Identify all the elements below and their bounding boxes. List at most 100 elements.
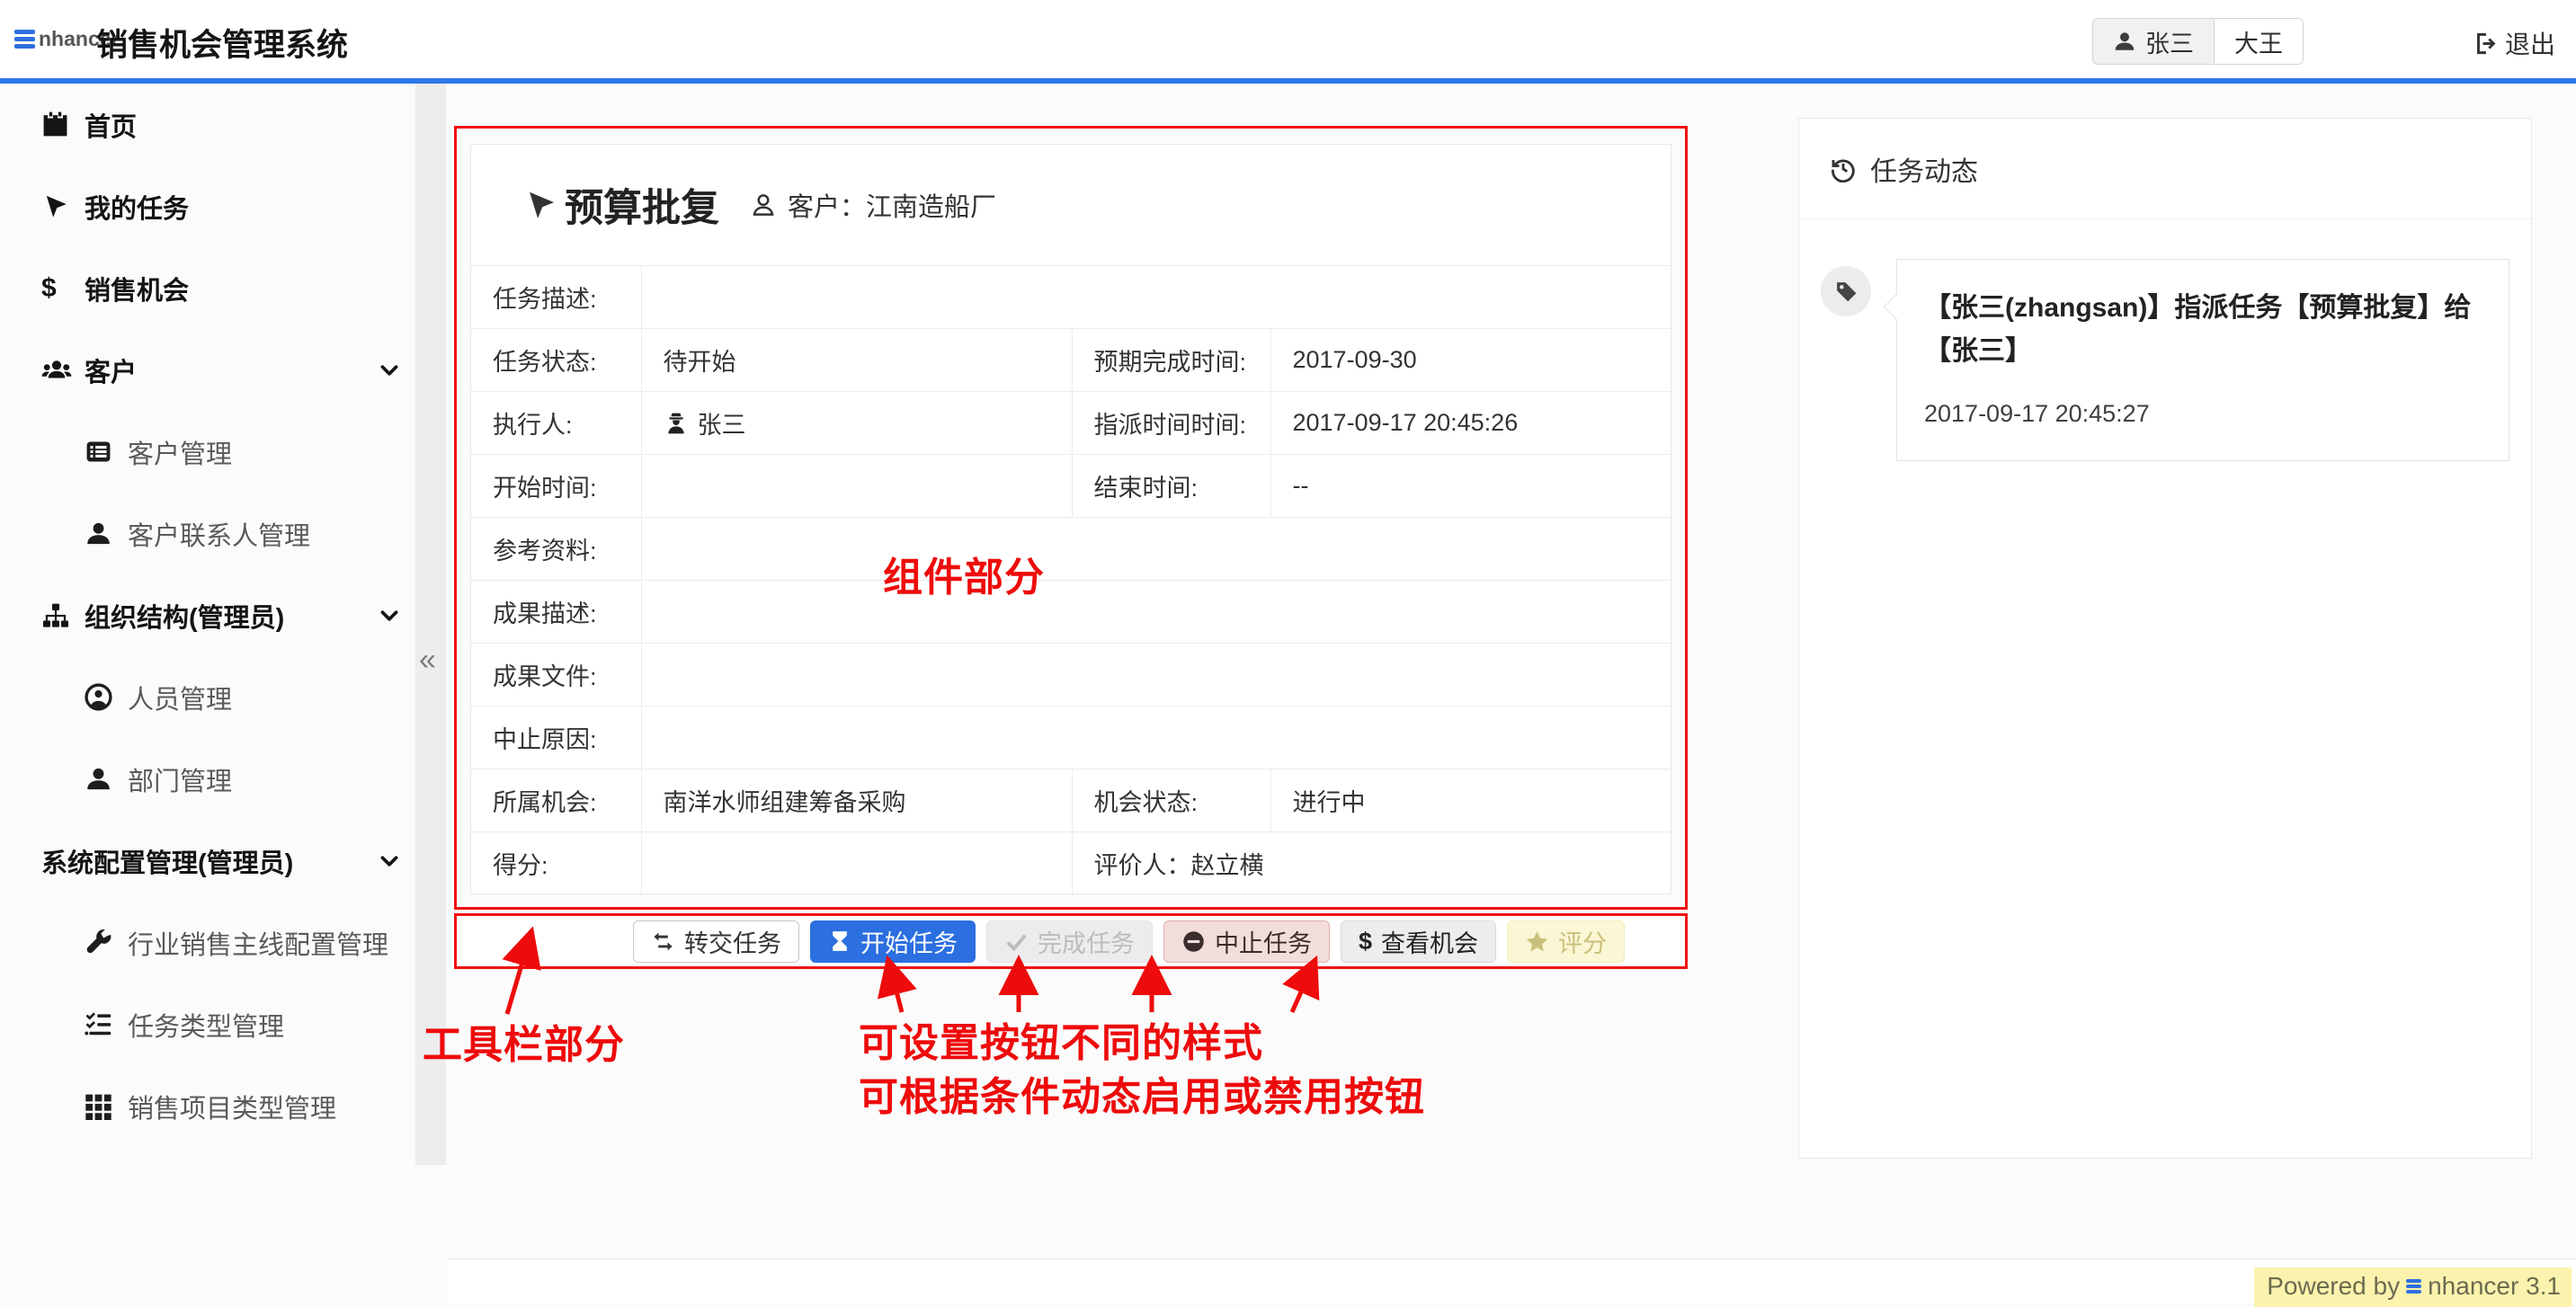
- sidebar-item-task-type-management[interactable]: 任务类型管理: [0, 983, 415, 1065]
- sidebar-item-personnel-management[interactable]: 人员管理: [0, 656, 415, 738]
- field-label: 指派时间时间:: [1072, 392, 1270, 455]
- sidebar-item-label: 行业销售主线配置管理: [128, 924, 388, 962]
- user-circle-icon: [85, 683, 128, 711]
- chevron-down-icon: [378, 604, 401, 635]
- task-customer-text: 客户：江南造船厂: [788, 186, 996, 224]
- field-value: 张三: [641, 392, 1072, 455]
- calendar-icon: [41, 111, 85, 138]
- sidebar-item-department-management[interactable]: 部门管理: [0, 738, 415, 820]
- sidebar-item-sales-opportunities[interactable]: $ 销售机会: [0, 247, 415, 329]
- table-row: 任务描述:: [471, 266, 1671, 329]
- sidebar-item-label: 我的任务: [85, 188, 189, 226]
- field-value: [641, 644, 1671, 707]
- powered-by-badge[interactable]: Powered by nhancer 3.1: [2254, 1267, 2572, 1307]
- task-activity-panel: 任务动态 【张三(zhangsan)】指派任务【预算批复】给【张三】 2017-…: [1798, 118, 2532, 1159]
- sidebar-item-org-structure[interactable]: 组织结构(管理员): [0, 574, 415, 656]
- button-label: 评分: [1558, 924, 1607, 959]
- sidebar-item-label: 首页: [85, 106, 137, 144]
- transfer-task-button[interactable]: 转交任务: [633, 920, 799, 963]
- table-row: 任务状态: 待开始 预期完成时间: 2017-09-30: [471, 329, 1671, 392]
- dollar-icon: $: [1359, 928, 1372, 956]
- field-label: 开始时间:: [471, 455, 641, 518]
- field-value: 南洋水师组建筹备采购: [641, 769, 1072, 832]
- annotation-toolbar-section: 工具栏部分: [423, 1012, 625, 1070]
- field-label: 执行人:: [471, 392, 641, 455]
- task-fields-table: 任务描述: 任务状态: 待开始 预期完成时间: 2017-09-30 执行人: …: [471, 265, 1671, 895]
- history-icon: [1830, 156, 1857, 182]
- check-icon: [1004, 929, 1029, 954]
- user-icon: [85, 765, 128, 793]
- sidebar-item-label: 销售项目类型管理: [128, 1088, 336, 1125]
- field-value: [641, 707, 1671, 769]
- field-label: 成果描述:: [471, 581, 641, 644]
- component-annotation-box: 预算批复 客户：江南造船厂 任务描述: 任务状态: 待开始 预期完成时间: 20…: [454, 126, 1688, 910]
- task-title-text: 预算批复: [565, 177, 719, 233]
- collapse-sidebar-handle[interactable]: «: [419, 643, 436, 678]
- sidebar-item-label: 销售机会: [85, 270, 189, 307]
- sidebar-item-label: 系统配置管理(管理员): [41, 842, 293, 880]
- activity-message: 【张三(zhangsan)】指派任务【预算批复】给【张三】: [1924, 287, 2482, 373]
- sidebar-item-label: 客户管理: [128, 433, 232, 471]
- table-row: 开始时间: 结束时间: --: [471, 455, 1671, 518]
- field-value: 2017-09-17 20:45:26: [1270, 392, 1671, 455]
- annotation-component-section: 组件部分: [883, 545, 1045, 602]
- chevron-down-icon: [378, 359, 401, 389]
- sidebar-item-industry-sales-config[interactable]: 行业销售主线配置管理: [0, 902, 415, 983]
- sidebar-collapse-strip[interactable]: «: [415, 84, 446, 1165]
- task-title: 预算批复: [523, 177, 719, 233]
- start-task-button[interactable]: 开始任务: [810, 920, 976, 963]
- sidebar-item-sales-project-type-management[interactable]: 销售项目类型管理: [0, 1065, 415, 1147]
- location-arrow-icon: [523, 188, 557, 222]
- enhancer-logo-icon: [2406, 1279, 2421, 1294]
- field-value: [641, 266, 1671, 329]
- rate-task-button: 评分: [1507, 920, 1625, 963]
- current-user-button[interactable]: 张三: [2093, 19, 2215, 64]
- secondary-user-button[interactable]: 大王: [2215, 19, 2303, 64]
- tasks-icon: [85, 1010, 128, 1038]
- field-label: 参考资料:: [471, 518, 641, 581]
- field-label: 任务描述:: [471, 266, 641, 329]
- sidebar-item-my-tasks[interactable]: 我的任务: [0, 165, 415, 247]
- star-icon: [1525, 929, 1549, 954]
- sidebar-item-label: 人员管理: [128, 679, 232, 716]
- annotation-button-styles: 可设置按钮不同的样式: [859, 1010, 1263, 1068]
- grid-icon: [85, 1092, 128, 1120]
- button-label: 开始任务: [860, 924, 958, 959]
- button-label: 查看机会: [1381, 924, 1478, 959]
- user-icon: [85, 520, 128, 547]
- sidebar-item-label: 客户联系人管理: [128, 515, 310, 553]
- table-row: 所属机会: 南洋水师组建筹备采购 机会状态: 进行中: [471, 769, 1671, 832]
- minus-circle-icon: [1181, 929, 1206, 954]
- sidebar-item-customer-contacts[interactable]: 客户联系人管理: [0, 493, 415, 574]
- sidebar-item-customers[interactable]: 客户: [0, 329, 415, 411]
- secondary-user-name: 大王: [2234, 24, 2283, 59]
- task-detail-card: 预算批复 客户：江南造船厂 任务描述: 任务状态: 待开始 预期完成时间: 20…: [470, 144, 1671, 894]
- sidebar-nav: 首页 我的任务 $ 销售机会 客户 客户管理 客户联系人管理 组织结构(管理员)…: [0, 84, 415, 1147]
- task-toolbar: 转交任务 开始任务 完成任务 中止任务 $ 查看机会 评分: [457, 916, 1685, 966]
- current-user-name: 张三: [2145, 24, 2194, 59]
- field-label: 任务状态:: [471, 329, 641, 392]
- sidebar-item-label: 组织结构(管理员): [85, 597, 284, 635]
- abort-task-button[interactable]: 中止任务: [1163, 920, 1330, 963]
- table-row: 中止原因:: [471, 707, 1671, 769]
- table-row: 得分: 评价人：赵立横: [471, 832, 1671, 895]
- sidebar-item-system-config[interactable]: 系统配置管理(管理员): [0, 820, 415, 902]
- field-value: [641, 455, 1072, 518]
- view-opportunity-button[interactable]: $ 查看机会: [1341, 920, 1496, 963]
- button-label: 中止任务: [1215, 924, 1312, 959]
- sidebar-item-home[interactable]: 首页: [0, 84, 415, 165]
- field-value: [641, 832, 1072, 895]
- user-icon: [2113, 30, 2136, 53]
- tag-icon: [1821, 266, 1871, 316]
- field-label: 预期完成时间:: [1072, 329, 1270, 392]
- logout-button[interactable]: 退出: [2474, 25, 2555, 61]
- table-row: 参考资料:: [471, 518, 1671, 581]
- field-value: 待开始: [641, 329, 1072, 392]
- table-row: 成果描述:: [471, 581, 1671, 644]
- field-value: 评价人：赵立横: [1072, 832, 1671, 895]
- sitemap-icon: [41, 601, 85, 630]
- sidebar-item-customer-management[interactable]: 客户管理: [0, 411, 415, 493]
- sidebar-item-label: 部门管理: [128, 760, 232, 798]
- toolbar-annotation-box: 转交任务 开始任务 完成任务 中止任务 $ 查看机会 评分: [454, 913, 1688, 969]
- task-card-header: 预算批复 客户：江南造船厂: [471, 145, 1671, 265]
